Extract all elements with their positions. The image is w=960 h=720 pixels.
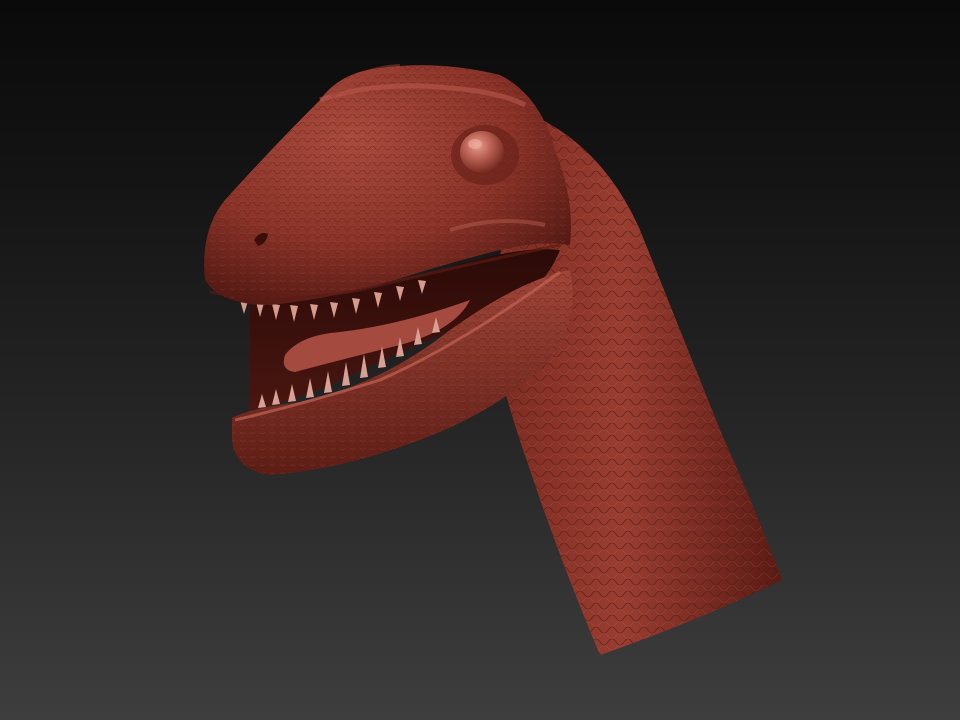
dinosaur-head-model[interactable] bbox=[0, 0, 960, 720]
eye bbox=[451, 125, 519, 185]
sculpt-viewport[interactable] bbox=[0, 0, 960, 720]
